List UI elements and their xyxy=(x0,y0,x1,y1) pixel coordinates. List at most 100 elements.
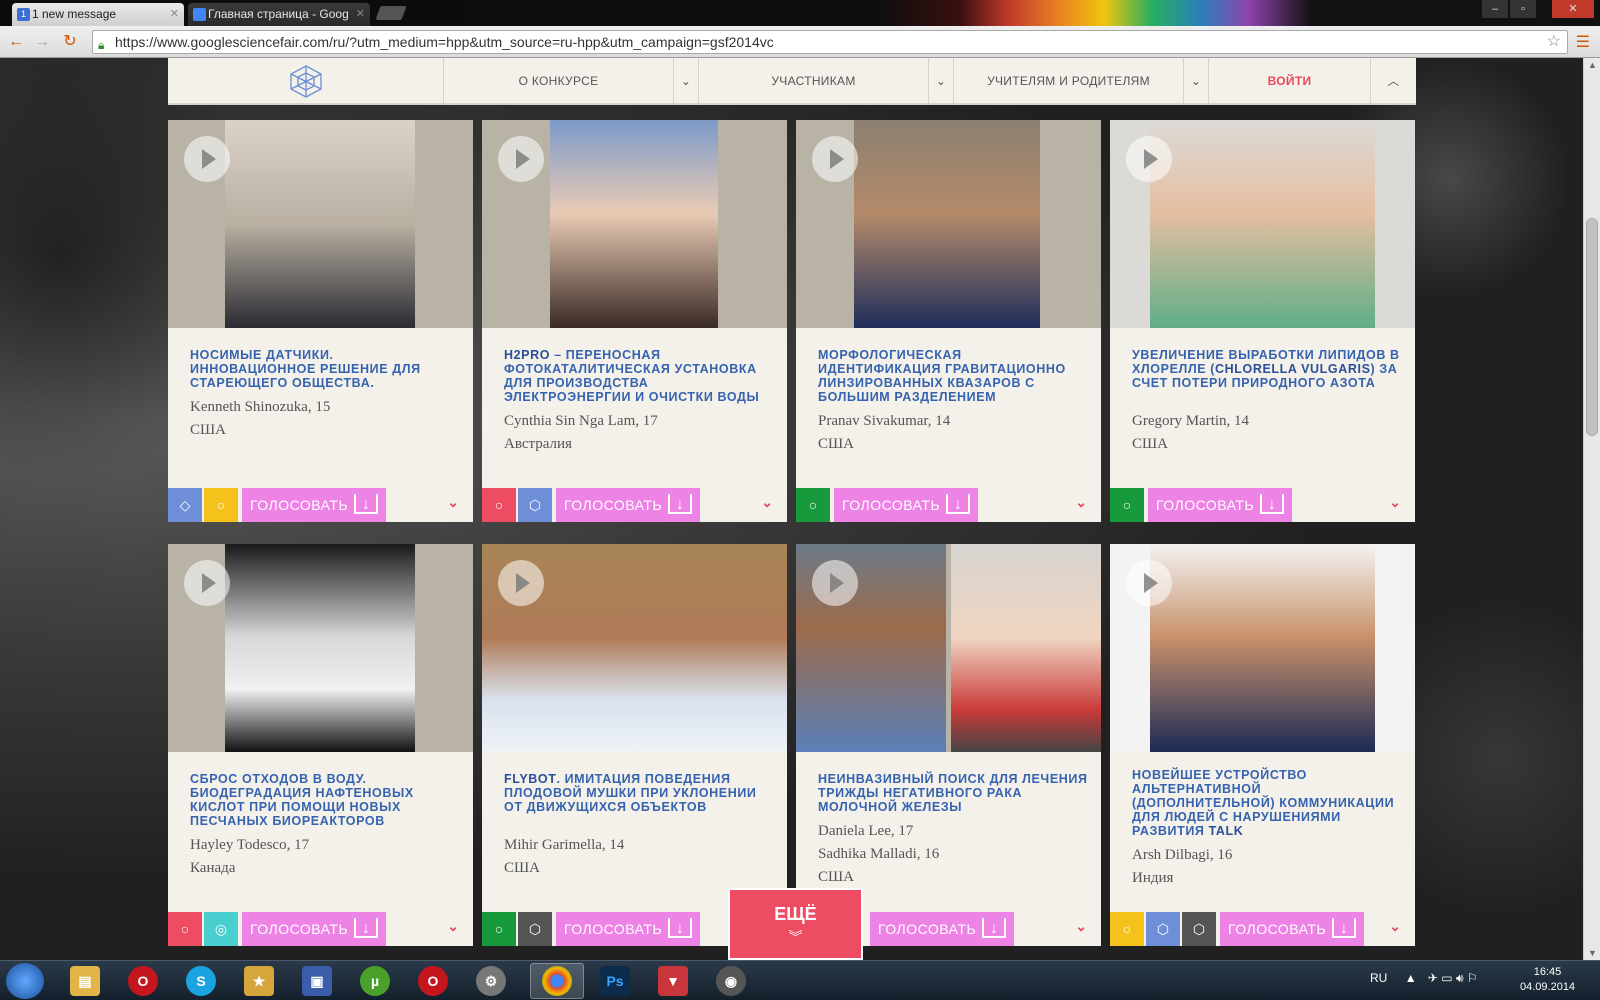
tray-icons[interactable]: ✈ ▭ 🔊︎ ⚐ xyxy=(1428,971,1478,985)
project-photo xyxy=(796,120,1101,328)
expand-chevron-icon[interactable]: ⌄ xyxy=(1075,918,1087,935)
menu-icon[interactable]: ☰ xyxy=(1576,32,1590,52)
opera-icon[interactable]: O xyxy=(418,966,448,996)
browser-toolbar: ← → ↻ 🔒︎ https://www.googlesciencefair.c… xyxy=(0,26,1600,58)
load-more-button[interactable]: ЕЩЁ ︾ xyxy=(728,888,863,960)
vote-button[interactable]: ГОЛОСОВАТЬ xyxy=(1220,912,1364,946)
explorer-icon[interactable]: ▤ xyxy=(70,966,100,996)
collapse-chevron-up-icon[interactable]: ︿ xyxy=(1370,58,1416,105)
chevron-down-icon[interactable]: ⌄ xyxy=(928,58,953,105)
participant-country: США xyxy=(504,860,540,876)
expand-chevron-icon[interactable]: ⌄ xyxy=(447,494,459,511)
project-title[interactable]: УВЕЛИЧЕНИЕ ВЫРАБОТКИ ЛИПИДОВ В ХЛОРЕЛЛЕ … xyxy=(1132,348,1402,390)
science-fair-logo-icon[interactable] xyxy=(168,58,443,105)
vote-button[interactable]: ГОЛОСОВАТЬ xyxy=(556,912,700,946)
play-video-icon[interactable] xyxy=(184,560,230,606)
windows-start-icon[interactable] xyxy=(6,963,44,999)
close-tab-icon[interactable]: ✕ xyxy=(356,3,365,26)
project-photo xyxy=(1110,120,1415,328)
project-title[interactable]: H2PRO – ПЕРЕНОСНАЯ ФОТОКАТАЛИТИЧЕСКАЯ УС… xyxy=(504,348,774,404)
category-badge-icon: ◇ xyxy=(168,488,202,522)
nav-teachers-parents[interactable]: УЧИТЕЛЯМ И РОДИТЕЛЯМ xyxy=(953,58,1183,105)
project-card: НЕИНВАЗИВНЫЙ ПОИСК ДЛЯ ЛЕЧЕНИЯ ТРИЖДЫ НЕ… xyxy=(796,544,1101,946)
vote-button[interactable]: ГОЛОСОВАТЬ xyxy=(556,488,700,522)
scroll-down-icon[interactable]: ▼ xyxy=(1588,948,1597,958)
language-indicator[interactable]: RU xyxy=(1370,971,1387,985)
webcam-icon[interactable]: ◉ xyxy=(716,966,746,996)
vote-button[interactable]: ГОЛОСОВАТЬ xyxy=(242,912,386,946)
address-bar[interactable]: 🔒︎ https://www.googlesciencefair.com/ru/… xyxy=(92,30,1568,54)
expand-chevron-icon[interactable]: ⌄ xyxy=(1389,494,1401,511)
chrome-icon[interactable] xyxy=(542,966,572,996)
vote-button[interactable]: ГОЛОСОВАТЬ xyxy=(1148,488,1292,522)
nav-label: О КОНКУРСЕ xyxy=(518,74,599,88)
app-icon[interactable]: ★ xyxy=(244,966,274,996)
play-video-icon[interactable] xyxy=(184,136,230,182)
forward-icon[interactable]: → xyxy=(32,32,52,52)
vote-button[interactable]: ГОЛОСОВАТЬ xyxy=(242,488,386,522)
app-icon[interactable]: ▼ xyxy=(658,966,688,996)
scroll-up-icon[interactable]: ▲ xyxy=(1588,60,1597,70)
system-clock[interactable]: 16:45 04.09.2014 xyxy=(1520,965,1575,995)
chevron-down-icon[interactable]: ⌄ xyxy=(1183,58,1208,105)
opera-icon[interactable]: O xyxy=(128,966,158,996)
vote-button[interactable]: ГОЛОСОВАТЬ xyxy=(870,912,1014,946)
maximize-icon[interactable]: ▫ xyxy=(1510,0,1536,18)
skype-icon[interactable]: S xyxy=(186,966,216,996)
play-video-icon[interactable] xyxy=(498,136,544,182)
close-window-icon[interactable]: ✕ xyxy=(1552,0,1594,18)
globe-badge-icon: ○ xyxy=(482,912,516,946)
card-action-bar: ○ ⬡ ГОЛОСОВАТЬ ⌄ xyxy=(482,488,787,522)
participant-country: Канада xyxy=(190,860,236,876)
portrait-image xyxy=(225,120,415,328)
participant-info: Pranav Sivakumar, 14 США xyxy=(818,410,950,456)
nav-label: УЧАСТНИКАМ xyxy=(771,74,856,88)
page-scrollbar[interactable]: ▲ ▼ xyxy=(1583,58,1600,960)
chevron-down-icon[interactable]: ⌄ xyxy=(673,58,698,105)
scroll-thumb[interactable] xyxy=(1586,218,1598,436)
expand-chevron-icon[interactable]: ⌄ xyxy=(1075,494,1087,511)
expand-chevron-icon[interactable]: ⌄ xyxy=(761,494,773,511)
globe-badge-icon: ○ xyxy=(1110,488,1144,522)
clock-time: 16:45 xyxy=(1533,966,1562,978)
play-video-icon[interactable] xyxy=(812,136,858,182)
project-title[interactable]: FLYBOT. ИМИТАЦИЯ ПОВЕДЕНИЯ ПЛОДОВОЙ МУШК… xyxy=(504,772,774,814)
site-navigation: О КОНКУРСЕ ⌄ УЧАСТНИКАМ ⌄ УЧИТЕЛЯМ И РОД… xyxy=(168,58,1416,105)
nav-participants[interactable]: УЧАСТНИКАМ xyxy=(698,58,928,105)
floppy-icon[interactable]: ▣ xyxy=(302,966,332,996)
participant-name: Kenneth Shinozuka, 15 xyxy=(190,399,331,415)
vote-button[interactable]: ГОЛОСОВАТЬ xyxy=(834,488,978,522)
new-tab-button[interactable] xyxy=(375,6,407,20)
project-title[interactable]: СБРОС ОТХОДОВ В ВОДУ. БИОДЕГРАДАЦИЯ НАФТ… xyxy=(190,772,460,828)
portrait-image xyxy=(225,544,415,752)
back-icon[interactable]: ← xyxy=(6,32,26,52)
vote-icon xyxy=(1260,488,1284,522)
tab-science-fair[interactable]: Главная страница - Goog ✕ xyxy=(188,3,370,26)
play-video-icon[interactable] xyxy=(812,560,858,606)
project-title[interactable]: НЕИНВАЗИВНЫЙ ПОИСК ДЛЯ ЛЕЧЕНИЯ ТРИЖДЫ НЕ… xyxy=(818,772,1088,814)
utorrent-icon[interactable]: µ xyxy=(360,966,390,996)
project-card: НОВЕЙШЕЕ УСТРОЙСТВО АЛЬТЕРНАТИВНОЙ (ДОПО… xyxy=(1110,544,1415,946)
globe-badge-icon: ○ xyxy=(796,488,830,522)
tray-expand-icon[interactable]: ▲ xyxy=(1405,971,1417,985)
expand-chevron-icon[interactable]: ⌄ xyxy=(1389,918,1401,935)
participant-name: Mihir Garimella, 14 xyxy=(504,837,625,853)
close-tab-icon[interactable]: ✕ xyxy=(170,3,179,26)
project-photo xyxy=(168,120,473,328)
project-title[interactable]: МОРФОЛОГИЧЕСКАЯ ИДЕНТИФИКАЦИЯ ГРАВИТАЦИО… xyxy=(818,348,1088,404)
system-tray: RU ▲ ✈ ▭ 🔊︎ ⚐ xyxy=(1370,971,1478,986)
login-link[interactable]: ВОЙТИ xyxy=(1208,58,1370,105)
project-title[interactable]: НОВЕЙШЕЕ УСТРОЙСТВО АЛЬТЕРНАТИВНОЙ (ДОПО… xyxy=(1132,768,1402,838)
play-video-icon[interactable] xyxy=(1126,560,1172,606)
project-title[interactable]: НОСИМЫЕ ДАТЧИКИ. ИННОВАЦИОННОЕ РЕШЕНИЕ Д… xyxy=(190,348,460,390)
minimize-icon[interactable]: – xyxy=(1482,0,1508,18)
play-video-icon[interactable] xyxy=(498,560,544,606)
play-video-icon[interactable] xyxy=(1126,136,1172,182)
photoshop-icon[interactable]: Ps xyxy=(600,966,630,996)
bookmark-star-icon[interactable]: ☆ xyxy=(1547,31,1561,53)
settings-icon[interactable]: ⚙ xyxy=(476,966,506,996)
tab-new-message[interactable]: 1 1 new message ✕ xyxy=(12,3,184,26)
expand-chevron-icon[interactable]: ⌄ xyxy=(447,918,459,935)
nav-about[interactable]: О КОНКУРСЕ xyxy=(443,58,673,105)
reload-icon[interactable]: ↻ xyxy=(60,32,80,52)
